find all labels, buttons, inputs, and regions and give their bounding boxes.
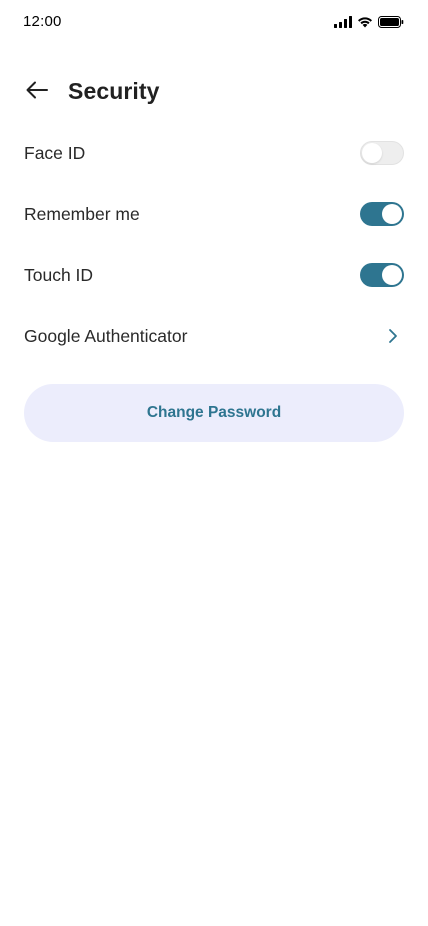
touch-id-toggle[interactable] (360, 263, 404, 287)
chevron-right-icon[interactable] (386, 326, 400, 346)
arrow-left-icon (25, 80, 49, 105)
page-title: Security (68, 78, 160, 104)
remember-me-label: Remember me (24, 203, 140, 224)
back-button[interactable] (24, 80, 50, 104)
google-authenticator-label: Google Authenticator (24, 325, 188, 346)
touch-id-label: Touch ID (24, 264, 94, 285)
status-icons (334, 15, 404, 33)
toggle-knob (382, 265, 402, 285)
setting-row-remember-me: Remember me (24, 194, 404, 234)
face-id-toggle[interactable] (360, 141, 404, 165)
setting-row-touch-id: Touch ID (24, 255, 404, 295)
setting-row-face-id: Face ID (24, 133, 404, 173)
remember-me-toggle[interactable] (360, 202, 404, 226)
change-password-button[interactable]: Change Password (24, 384, 404, 442)
wifi-icon (357, 15, 373, 33)
face-id-label: Face ID (24, 142, 86, 163)
status-time: 12:00 (23, 13, 62, 30)
battery-icon (378, 15, 404, 33)
signal-icon (334, 15, 352, 33)
toggle-knob (382, 204, 402, 224)
setting-row-google-authenticator[interactable]: Google Authenticator (24, 316, 404, 356)
header: Security (0, 72, 428, 112)
toggle-knob (362, 143, 382, 163)
status-bar: 12:00 (0, 0, 428, 44)
